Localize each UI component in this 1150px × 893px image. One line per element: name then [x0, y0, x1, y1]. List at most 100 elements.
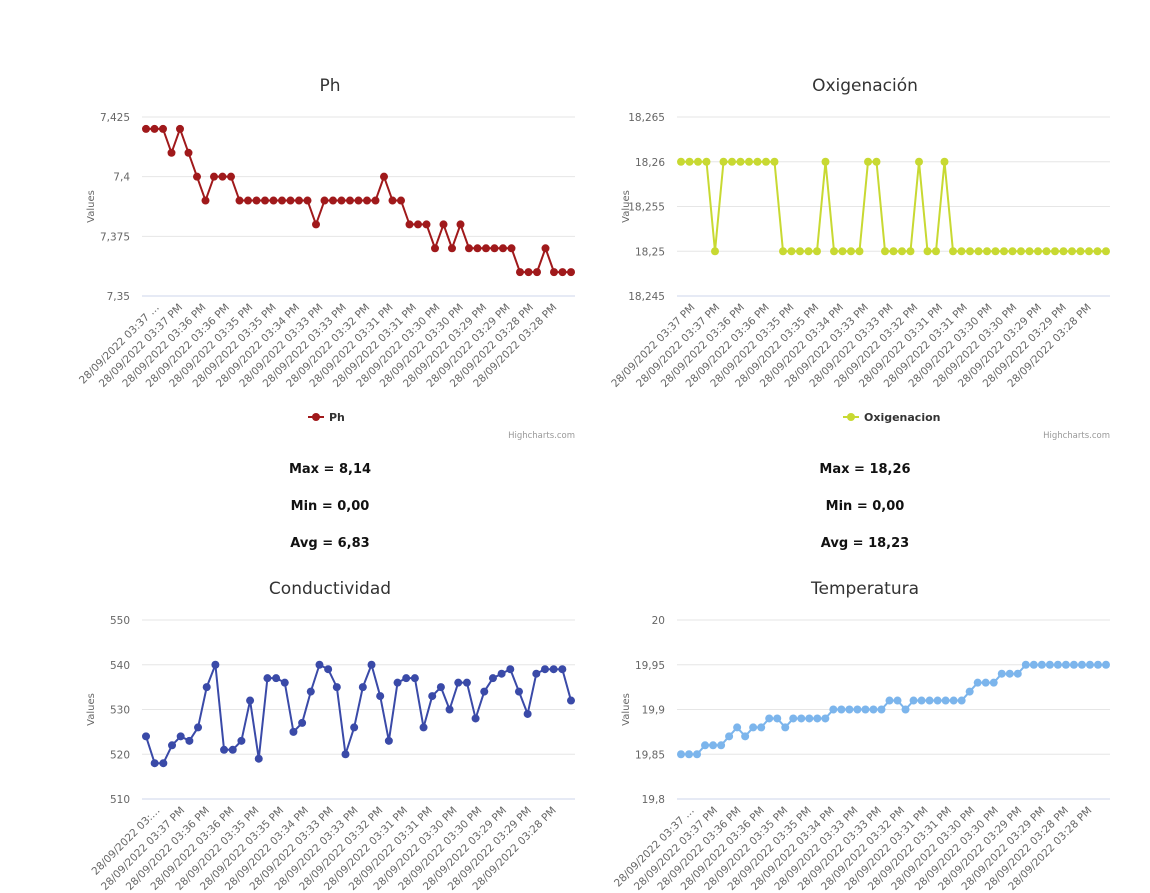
temperatura-data-point: [677, 750, 685, 759]
temperatura-data-point: [957, 696, 966, 705]
conductividad-data-point: [480, 687, 489, 696]
temperatura-data-point: [909, 696, 918, 705]
ph-data-point: [295, 196, 303, 205]
oxigenacion-data-point: [694, 157, 702, 166]
oxigenacion-data-point: [932, 247, 940, 256]
temperatura-data-point: [821, 714, 830, 723]
conductividad-title: Conductividad: [269, 579, 391, 599]
conductividad-data-point: [358, 683, 367, 692]
ph-data-point: [380, 172, 388, 181]
ph-data-point: [346, 196, 354, 205]
oxigenacion-data-point: [1025, 247, 1034, 256]
ph-data-point: [184, 148, 193, 157]
ph-data-point: [269, 196, 278, 205]
ph-data-point: [244, 196, 252, 205]
ph-data-point: [235, 196, 244, 205]
ph-data-point: [516, 268, 524, 277]
conductividad-data-point: [471, 714, 480, 723]
temperatura-data-point: [709, 741, 718, 750]
ph-max-stat: Max = 8,14: [288, 462, 372, 477]
oxigenacion-data-point: [1017, 247, 1025, 256]
oxigenacion-data-point: [796, 247, 804, 256]
conductividad-data-point: [332, 683, 341, 692]
oxigenacion-data-point: [1076, 247, 1085, 256]
oxigenacion-data-point: [719, 157, 728, 166]
oxigenacion-data-point: [787, 247, 796, 256]
conductividad-data-point: [237, 736, 246, 745]
oxigenacion-data-point: [677, 157, 685, 166]
oxigenacion-data-point: [1068, 247, 1076, 256]
conductividad-data-point: [376, 692, 385, 701]
conductividad-data-point: [159, 759, 168, 768]
conductividad-data-point: [393, 678, 402, 687]
oxigenacion-data-point: [949, 247, 957, 256]
temperatura-data-point: [701, 741, 710, 750]
temperatura-data-point: [797, 714, 806, 723]
oxigenacion-data-point: [779, 247, 787, 256]
oxigenacion-y-tick-label: 18,255: [628, 202, 665, 214]
temperatura-data-point: [757, 723, 766, 732]
conductividad-data-point: [506, 665, 515, 674]
conductividad-y-tick-label: 530: [110, 705, 130, 717]
temperatura-data-point: [1037, 660, 1046, 669]
ph-data-point: [201, 196, 210, 205]
ph-data-point: [550, 268, 558, 277]
conductividad-y-tick-label: 540: [110, 660, 130, 672]
ph-y-tick-label: 7,425: [100, 112, 130, 124]
ph-data-point: [422, 220, 431, 229]
oxigenacion-data-point: [736, 157, 745, 166]
ph-data-point: [490, 244, 499, 253]
oxigenacion-data-point: [983, 247, 991, 256]
ph-data-point: [303, 196, 312, 205]
oxigenacion-data-point: [855, 247, 864, 256]
ph-data-point: [456, 220, 465, 229]
oxigenacion-data-point: [1008, 247, 1017, 256]
ph-data-point: [329, 196, 337, 205]
temperatura-data-point: [1029, 660, 1038, 669]
temperatura-data-point: [861, 705, 870, 714]
ph-data-point: [567, 268, 575, 277]
ph-y-axis-title: Values: [86, 190, 97, 223]
oxigenacion-data-point: [847, 247, 855, 256]
oxigenacion-data-point: [1085, 247, 1093, 256]
conductividad-data-point: [532, 669, 541, 678]
ph-data-point: [371, 196, 380, 205]
temperatura-data-point: [829, 705, 838, 714]
ph-chart: Ph 7,425 7,4 7,375 7,35 Values 28/09/2022 03:3…: [70, 68, 590, 443]
temperatura-data-point: [725, 732, 734, 741]
ph-data-point: [388, 196, 397, 205]
oxigenacion-data-point: [957, 247, 966, 256]
temperatura-data-point: [693, 750, 702, 759]
conductividad-data-point: [185, 736, 194, 745]
ph-data-point: [482, 244, 490, 253]
ph-stats: Max = 8,14 Min = 0,00 Avg = 6,83: [70, 460, 590, 571]
conductividad-data-point: [246, 696, 255, 705]
conductividad-y-axis-title: Values: [86, 693, 97, 726]
conductividad-data-point: [419, 723, 428, 732]
ph-data-point: [150, 124, 159, 133]
ph-data-point: [363, 196, 371, 205]
ph-data-point: [405, 220, 414, 229]
conductividad-data-point: [298, 718, 307, 727]
oxigenacion-y-tick-label: 18,26: [635, 157, 665, 169]
oxigenacion-chart: Oxigenación 18,265 18,26 18,255 18,25 18,245 V…: [605, 68, 1125, 443]
temperatura-data-point: [989, 678, 998, 687]
temperatura-data-point: [997, 669, 1006, 678]
oxigenacion-data-point: [838, 247, 847, 256]
oxigenacion-data-point: [728, 157, 736, 166]
oxigenacion-data-point: [804, 247, 813, 256]
oxigenacion-legend-label: Oxigenacion: [864, 411, 940, 424]
oxigenacion-data-point: [711, 247, 719, 256]
conductividad-data-point: [306, 687, 315, 696]
oxigenacion-data-point: [1042, 247, 1051, 256]
oxigenacion-chart-svg: Oxigenación 18,265 18,26 18,255 18,25 18,245 V…: [609, 76, 1110, 441]
oxigenacion-data-point: [762, 157, 770, 166]
ph-y-tick-label: 7,4: [113, 172, 130, 184]
conductividad-data-point: [462, 678, 471, 687]
temperatura-y-tick-label: 19,95: [635, 660, 665, 672]
temperatura-data-point: [741, 732, 750, 741]
oxigenacion-data-point: [974, 247, 983, 256]
conductividad-data-point: [142, 732, 150, 741]
oxigenacion-data-point: [745, 157, 753, 166]
temperatura-data-point: [1013, 669, 1022, 678]
